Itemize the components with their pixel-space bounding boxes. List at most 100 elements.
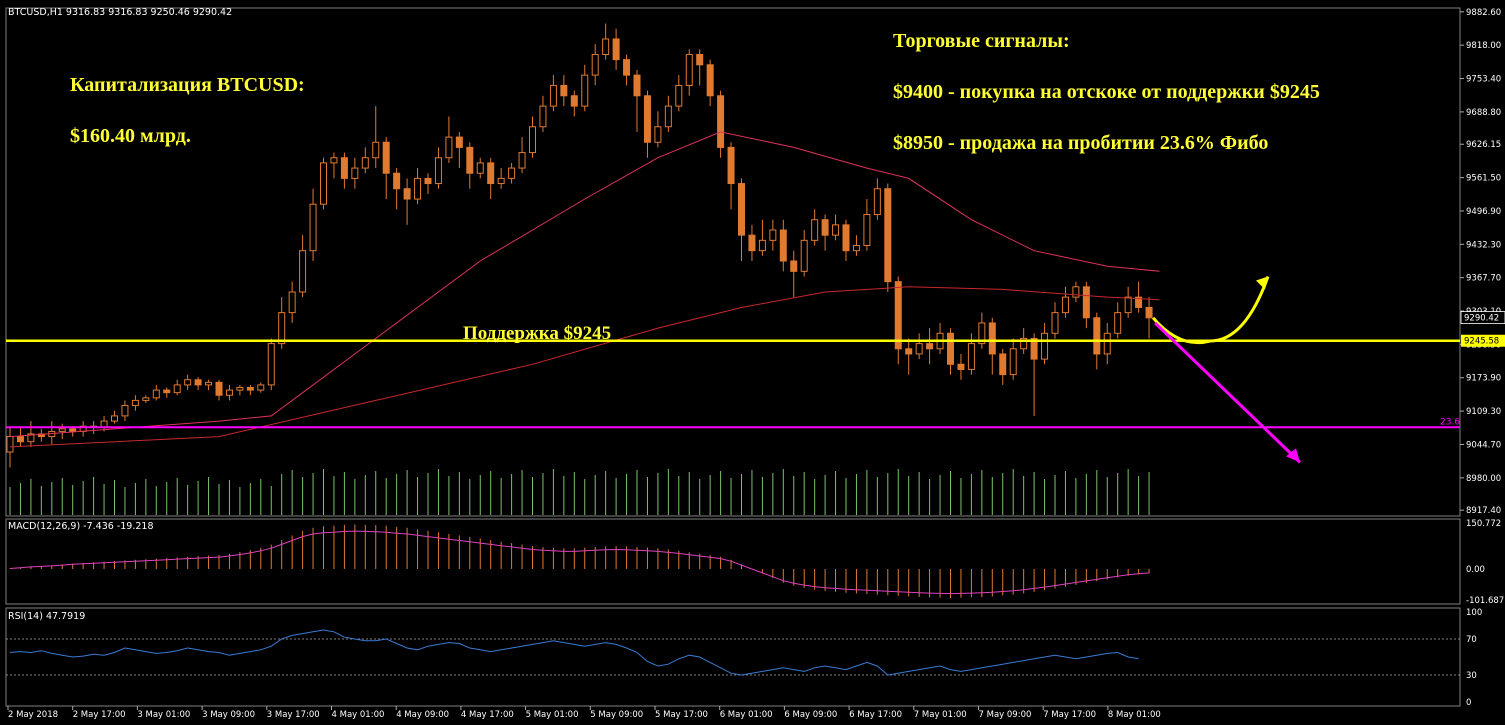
cap-value: $160.40 млрд.	[70, 125, 191, 147]
candle-body	[340, 157, 348, 179]
candle-body	[351, 167, 359, 179]
price-tick-label: 9367.70	[1466, 274, 1501, 284]
rsi-tick-label: 30	[1466, 671, 1477, 681]
candle-body	[873, 188, 881, 216]
candle-body	[1114, 312, 1122, 334]
current-price-label: 9290.42	[1464, 314, 1499, 324]
candle-body	[581, 74, 589, 107]
candle-body	[69, 428, 77, 432]
candle-body	[131, 399, 139, 407]
price-tick-label: 9818.00	[1466, 41, 1501, 51]
price-tick-label: 9626.15	[1466, 140, 1501, 150]
volume-bars	[9, 469, 1150, 515]
candle-body	[1072, 286, 1080, 298]
down-arrow-line	[1154, 321, 1302, 464]
panel-frame-2	[5, 607, 1461, 707]
candle-body	[267, 343, 275, 386]
time-tick-label: 5 May 01:00	[526, 710, 579, 720]
candle-body	[591, 53, 599, 76]
candle-body	[539, 105, 547, 128]
macd-label: MACD(12,26,9) -7.436 -19.218	[8, 521, 153, 532]
candle-body	[320, 162, 327, 205]
candle-body	[299, 250, 307, 293]
candle-body	[612, 38, 620, 61]
candle-body	[278, 312, 286, 345]
time-tick-label: 2 May 17:00	[73, 710, 126, 720]
candle-body	[769, 229, 777, 241]
candle-body	[915, 343, 923, 355]
levels: 23.6	[6, 275, 1460, 464]
time-tick-label: 7 May 01:00	[914, 710, 967, 720]
time-tick-label: 2 May 2018	[8, 710, 58, 720]
price-tick-label: 9496.90	[1466, 207, 1501, 217]
candle-body	[842, 224, 850, 252]
candle-body	[163, 389, 171, 394]
time-tick-label: 8 May 01:00	[1108, 710, 1161, 720]
candle-body	[487, 162, 495, 185]
time-tick-label: 7 May 17:00	[1043, 710, 1096, 720]
price-axis: 9882.60 9818.00 9753.40 9688.80 9626.15 9561.…	[1460, 8, 1505, 516]
rsi-tick-label: 100	[1466, 608, 1482, 618]
price-tick-label: 8917.40	[1466, 506, 1501, 516]
price-tick-label: 9561.50	[1466, 174, 1501, 184]
fibo-label: 23.6	[1440, 417, 1460, 427]
rsi-label: RSI(14) 47.7919	[8, 611, 85, 622]
candle-body	[393, 172, 401, 190]
time-tick-label: 4 May 17:00	[461, 710, 514, 720]
time-tick-label: 5 May 09:00	[590, 710, 643, 720]
candle-body	[1041, 332, 1049, 360]
signals-title: Торговые сигналы:	[893, 30, 1070, 52]
candle-body	[633, 74, 641, 97]
candle-body	[1061, 296, 1069, 314]
rsi-panel: 100 70 30 0	[6, 608, 1482, 708]
candle-body	[884, 188, 892, 283]
candle-body	[1145, 306, 1153, 319]
candle-body	[894, 281, 902, 350]
moving-averages	[9, 131, 1160, 448]
candle-body	[560, 84, 568, 97]
support-label: Поддержка $9245	[463, 323, 611, 344]
candle-body	[643, 95, 651, 143]
candle-body	[800, 239, 808, 272]
time-tick-label: 4 May 09:00	[396, 710, 449, 720]
candle-body	[570, 95, 578, 107]
candle-body	[1093, 317, 1101, 355]
candle-body	[675, 84, 683, 107]
candle-body	[403, 188, 411, 200]
time-tick-label: 7 May 09:00	[979, 710, 1032, 720]
candle-body	[246, 387, 254, 391]
rsi-tick-label: 0	[1466, 698, 1471, 708]
candle-body	[445, 136, 453, 159]
candle-body	[1103, 332, 1111, 355]
candle-body	[215, 381, 223, 396]
candle-body	[790, 260, 798, 272]
candle-body	[832, 224, 840, 236]
macd-panel: 150.772 0.00 -101.687	[9, 519, 1504, 606]
candle-body	[184, 379, 192, 386]
time-tick-label: 6 May 01:00	[720, 710, 773, 720]
price-tick-label: 9173.90	[1466, 374, 1501, 384]
price-tick-label: 9044.70	[1466, 440, 1501, 450]
candle-body	[1009, 348, 1017, 376]
price-tick-label: 9109.30	[1466, 407, 1501, 417]
candle-body	[236, 387, 244, 391]
candle-body	[476, 162, 484, 174]
ma-slow-line	[9, 286, 1160, 448]
time-tick-label: 6 May 17:00	[849, 710, 902, 720]
candle-body	[706, 64, 714, 97]
macd-tick-label: 150.772	[1466, 519, 1501, 529]
candle-body	[738, 183, 745, 236]
candle-body	[654, 126, 662, 143]
candle-body	[602, 38, 610, 55]
candle-body	[121, 405, 129, 417]
up-arrow-line	[1151, 275, 1270, 345]
cap-title: Капитализация BTCUSD:	[70, 74, 305, 96]
candle-body	[696, 53, 704, 66]
time-tick-label: 4 May 01:00	[332, 710, 385, 720]
ma-fast-line	[9, 131, 1160, 438]
time-axis: 2 May 2018 2 May 17:00 3 May 01:00 3 May 09…	[7, 706, 1161, 720]
macd-tick-label: -101.687	[1466, 596, 1504, 606]
candle-body	[779, 229, 787, 262]
time-tick-label: 5 May 17:00	[655, 710, 708, 720]
price-tick-label: 9753.40	[1466, 75, 1501, 85]
